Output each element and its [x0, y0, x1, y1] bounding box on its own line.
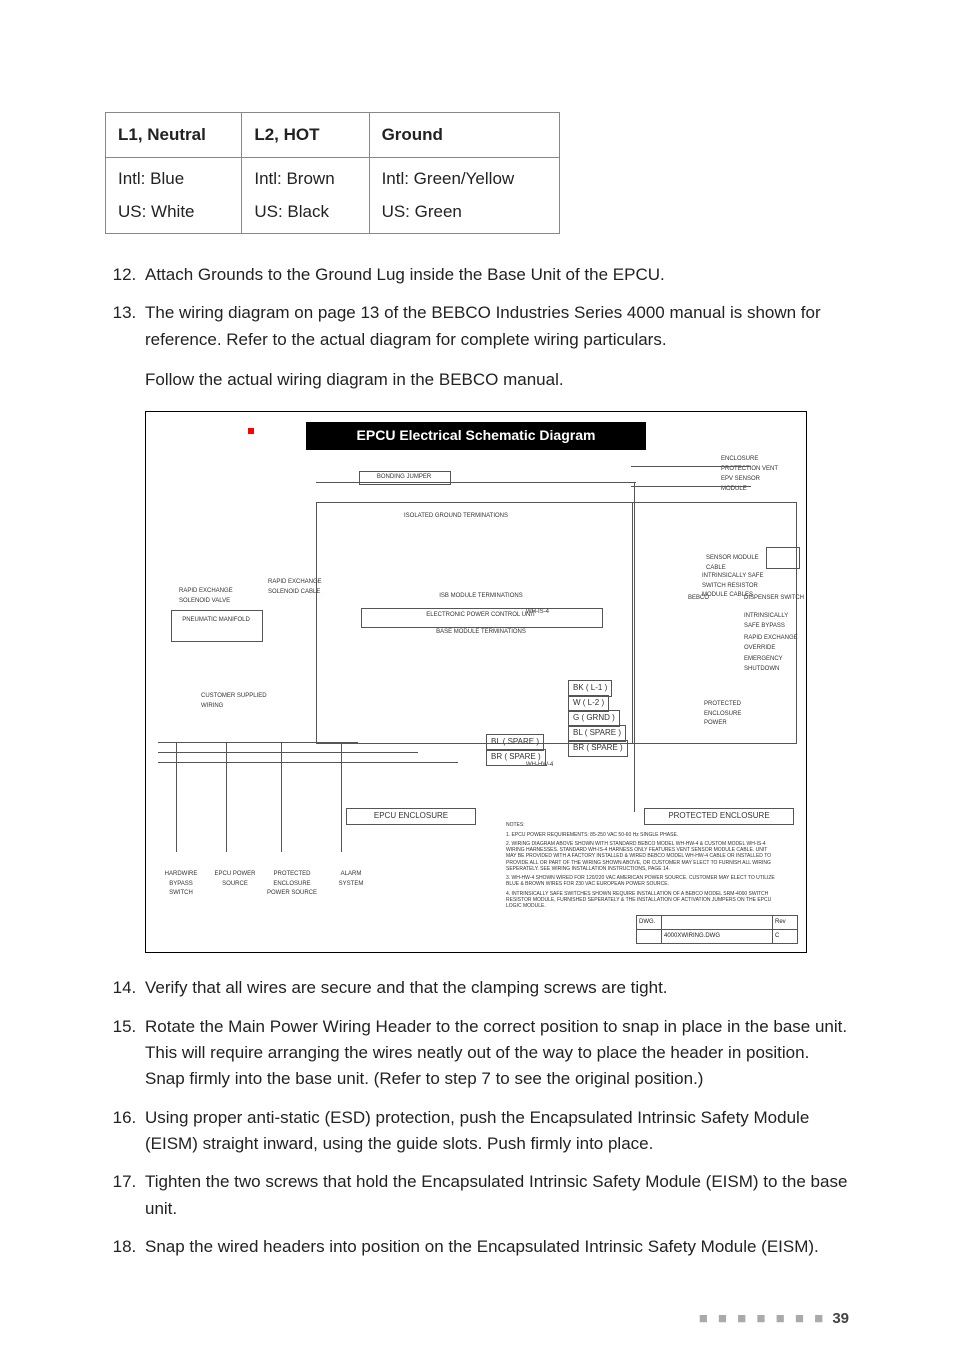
protected-encl-power: PROTECTED ENCLOSURE POWER: [704, 700, 764, 728]
base-module-term: BASE MODULE TERMINATIONS: [411, 628, 551, 637]
encl-prot-vent: ENCLOSURE PROTECTION VENT: [721, 455, 781, 474]
td-l1-v1: Intl: Blue: [118, 169, 184, 188]
bl-spare-l: BL ( SPARE ): [486, 734, 544, 750]
schematic-diagram: EPCU Electrical Schematic Diagram ELECTR…: [145, 411, 849, 953]
step-15: Rotate the Main Power Wiring Header to t…: [141, 1014, 849, 1093]
td-l1: Intl: Blue US: White: [106, 158, 242, 234]
pneumatic-manifold: PNEUMATIC MANIFOLD: [171, 616, 261, 625]
pneumatic-manifold-box: [171, 610, 263, 642]
wh-is-4: WH-IS-4: [526, 608, 549, 617]
sensor-module-cable: SENSOR MODULE CABLE: [706, 554, 776, 573]
rapid-exchange-sol: RAPID EXCHANGE SOLENOID CABLE: [268, 578, 338, 597]
td-l2: Intl: Brown US: Black: [242, 158, 369, 234]
br-spare-l: BR ( SPARE ): [486, 749, 546, 765]
isb-module-term: ISB MODULE TERMINATIONS: [416, 592, 546, 601]
td-l1-v2: US: White: [118, 199, 229, 225]
step-13-follow: Follow the actual wiring diagram in the …: [145, 367, 849, 393]
step-14: Verify that all wires are secure and tha…: [141, 975, 849, 1001]
rapid-exchange-valve: RAPID EXCHANGE SOLENOID VALVE: [179, 587, 239, 606]
customer-supplied: CUSTOMER SUPPLIED WIRING: [201, 692, 281, 711]
rev-label: Rev: [772, 916, 797, 929]
dwg-label: DWG.: [637, 916, 662, 929]
dwg-no: 4000XWIRING.DWG: [662, 930, 772, 943]
diagram-title: EPCU Electrical Schematic Diagram: [306, 422, 646, 450]
protected-enclosure-src: PROTECTED ENCLOSURE POWER SOURCE: [264, 870, 320, 898]
footer-dots: ■ ■ ■ ■ ■ ■ ■: [699, 1310, 826, 1327]
wire-color-table: L1, Neutral L2, HOT Ground Intl: Blue US…: [105, 112, 560, 234]
page-footer: ■ ■ ■ ■ ■ ■ ■ 39: [105, 1307, 849, 1330]
bl-spare-r: BL ( SPARE ): [568, 725, 626, 741]
step-13: The wiring diagram on page 13 of the BEB…: [141, 300, 849, 393]
step-17: Tighten the two screws that hold the Enc…: [141, 1169, 849, 1222]
rapid-exchange-override: RAPID EXCHANGE OVERRIDE: [744, 634, 804, 653]
td-g-v2: US: Green: [382, 199, 547, 225]
step-16: Using proper anti-static (ESD) protectio…: [141, 1105, 849, 1158]
epcu-enclosure: EPCU ENCLOSURE: [346, 808, 476, 824]
dispenser-switch: DISPENSER SWITCH: [744, 594, 804, 603]
th-l1: L1, Neutral: [106, 113, 242, 158]
step-18: Snap the wired headers into position on …: [141, 1234, 849, 1260]
rev-no: C: [772, 930, 797, 943]
intr-safe-bypass: INTRINSICALLY SAFE BYPASS: [744, 612, 804, 631]
g-grnd: G ( GRND ): [568, 710, 620, 726]
td-l2-v2: US: Black: [254, 199, 356, 225]
steps-list-top: Attach Grounds to the Ground Lug inside …: [113, 262, 849, 393]
step-12: Attach Grounds to the Ground Lug inside …: [141, 262, 849, 288]
hw-bypass-switch: HARDWIRE BYPASS SWITCH: [160, 870, 202, 898]
isolated-ground: ISOLATED GROUND TERMINATIONS: [366, 512, 546, 521]
note-3: 3. WH-HW-4 SHOWN WIRED FOR 120/220 VAC A…: [506, 875, 776, 888]
th-l2: L2, HOT: [242, 113, 369, 158]
drawing-block: DWG. Rev 4000XWIRING.DWG C: [636, 915, 798, 945]
w-l2: W ( L-2 ): [568, 695, 609, 711]
th-g: Ground: [369, 113, 559, 158]
note-4: 4. INTRINSICALLY SAFE SWITCHES SHOWN REQ…: [506, 891, 776, 910]
bebco: BEBCO: [688, 594, 709, 603]
td-g: Intl: Green/Yellow US: Green: [369, 158, 559, 234]
epcu-power-source: EPCU POWER SOURCE: [214, 870, 256, 889]
notes-block: NOTES: 1. EPCU POWER REQUIREMENTS: 85-25…: [506, 822, 776, 912]
alarm-system: ALARM SYSTEM: [332, 870, 370, 889]
td-l2-v1: Intl: Brown: [254, 169, 334, 188]
bonding-jumper: BONDING JUMPER: [359, 473, 449, 482]
page-number: 39: [832, 1310, 849, 1327]
epv-sensor-module: EPV SENSOR MODULE: [721, 475, 781, 494]
bk-l1: BK ( L-1 ): [568, 680, 612, 696]
note-1: 1. EPCU POWER REQUIREMENTS: 85-250 VAC 5…: [506, 832, 776, 838]
notes-heading: NOTES:: [506, 822, 776, 828]
td-g-v1: Intl: Green/Yellow: [382, 169, 515, 188]
step-13-text: The wiring diagram on page 13 of the BEB…: [145, 303, 821, 348]
br-spare-r: BR ( SPARE ): [568, 740, 628, 756]
steps-list-bottom: Verify that all wires are secure and tha…: [113, 975, 849, 1260]
emergency-shutdown: EMERGENCY SHUTDOWN: [744, 655, 804, 674]
note-2: 2. WIRING DIAGRAM ABOVE SHOWN WITH STAND…: [506, 841, 776, 872]
